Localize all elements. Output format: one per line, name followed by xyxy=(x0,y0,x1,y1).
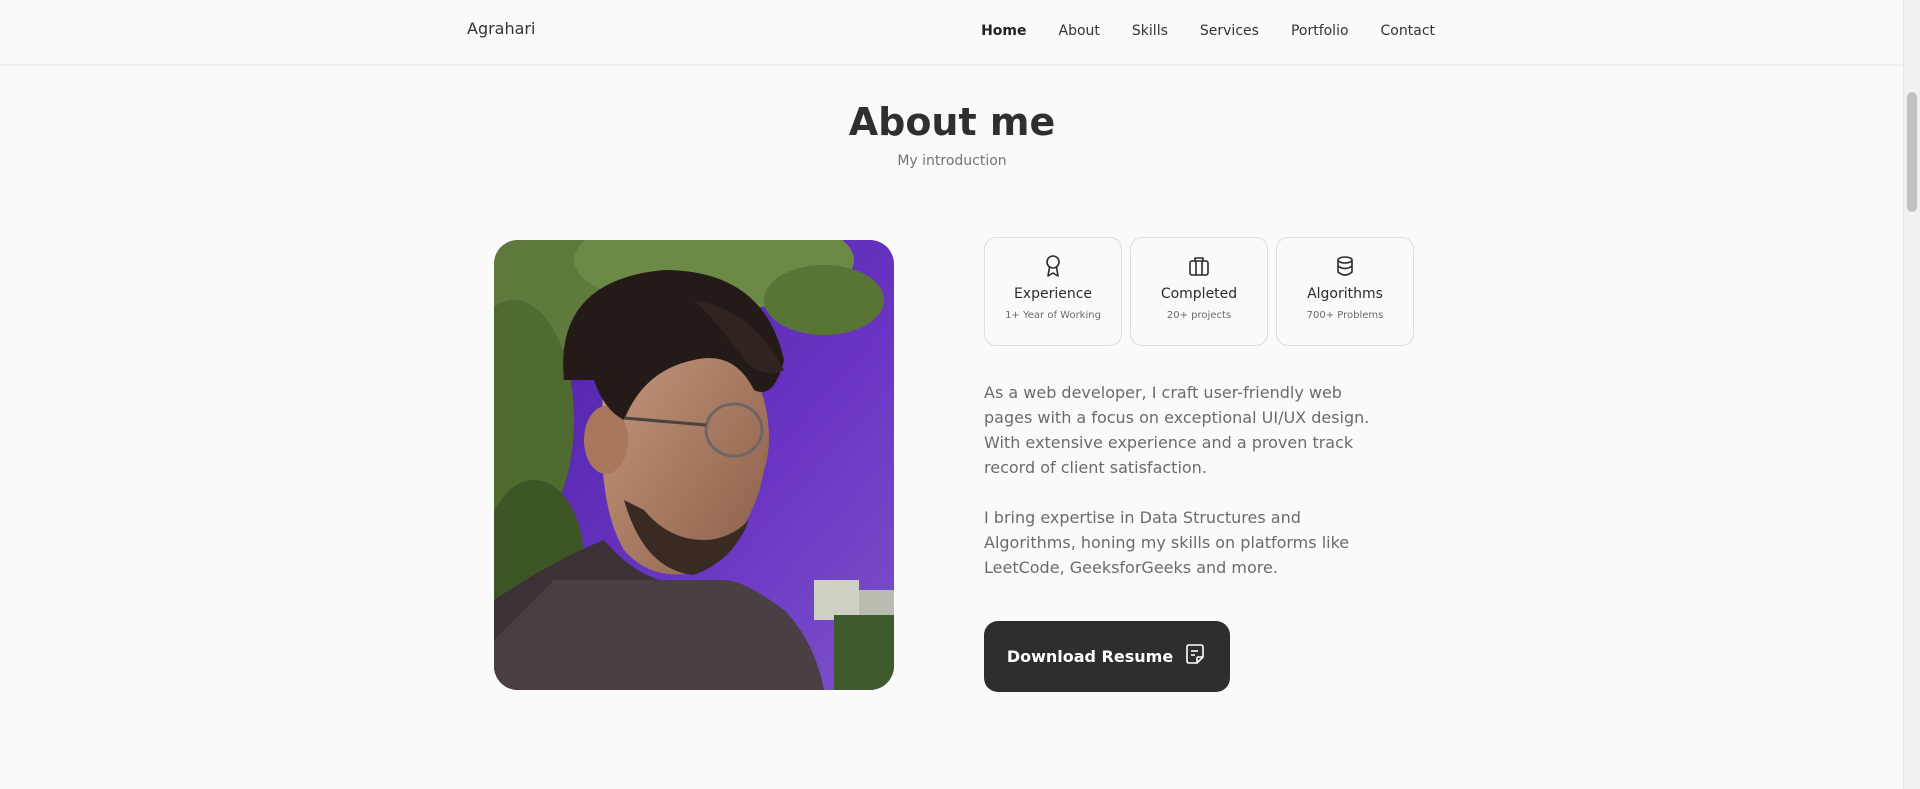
card-subtitle: 700+ Problems xyxy=(1306,310,1384,321)
logo[interactable]: Agrahari xyxy=(467,19,535,38)
card-subtitle: 1+ Year of Working xyxy=(1005,310,1101,321)
page-scrollbar[interactable] xyxy=(1903,0,1920,789)
main-nav: Home About Skills Services Portfolio Con… xyxy=(981,20,1435,39)
section-title: About me xyxy=(848,100,1056,144)
card-title: Completed xyxy=(1160,286,1238,302)
profile-photo xyxy=(494,240,894,690)
card-title: Algorithms xyxy=(1307,286,1383,302)
site-header: Agrahari Home About Skills Services Port… xyxy=(0,0,1904,65)
nav-home[interactable]: Home xyxy=(981,23,1026,39)
card-completed: Completed 20+ projects xyxy=(1130,237,1268,346)
card-title: Experience xyxy=(1013,286,1093,302)
info-cards: Experience 1+ Year of Working Completed … xyxy=(984,237,1414,346)
nav-contact[interactable]: Contact xyxy=(1381,23,1435,39)
database-icon xyxy=(1277,254,1413,278)
download-resume-button[interactable]: Download Resume xyxy=(984,621,1230,692)
nav-skills[interactable]: Skills xyxy=(1132,23,1168,39)
document-icon xyxy=(1183,642,1207,666)
briefcase-icon xyxy=(1131,254,1267,278)
download-resume-label: Download Resume xyxy=(1006,647,1174,666)
nav-portfolio[interactable]: Portfolio xyxy=(1291,23,1349,39)
card-algorithms: Algorithms 700+ Problems xyxy=(1276,237,1414,346)
award-icon xyxy=(985,254,1121,278)
description-paragraph: As a web developer, I craft user-friendl… xyxy=(984,383,1370,477)
description-paragraph: I bring expertise in Data Structures and… xyxy=(984,508,1350,577)
nav-services[interactable]: Services xyxy=(1200,23,1259,39)
section-subtitle: My introduction xyxy=(897,153,1007,169)
scrollbar-thumb[interactable] xyxy=(1907,92,1917,212)
card-experience: Experience 1+ Year of Working xyxy=(984,237,1122,346)
card-subtitle: 20+ projects xyxy=(1166,310,1232,321)
about-description: As a web developer, I craft user-friendl… xyxy=(984,380,1384,605)
nav-about[interactable]: About xyxy=(1059,23,1100,39)
